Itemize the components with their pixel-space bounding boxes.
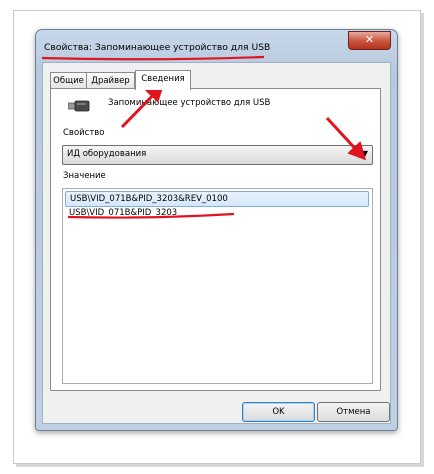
- usb-drive-icon: [67, 99, 90, 116]
- tab-label: Драйвер: [91, 76, 130, 86]
- tab-label: Общие: [53, 76, 84, 86]
- tab-driver[interactable]: Драйвер: [86, 72, 135, 89]
- ok-button[interactable]: OK: [242, 402, 315, 422]
- value-label: Значение: [63, 171, 106, 181]
- close-icon: ✕: [364, 33, 375, 46]
- dialog-client-area: Общие Драйвер Сведения Запоминающее устр…: [42, 62, 391, 424]
- close-button[interactable]: ✕: [348, 31, 391, 50]
- value-list[interactable]: USB\VID_071B&PID_3203&REV_0100 USB\VID_0…: [62, 188, 373, 384]
- cancel-button[interactable]: Отмена: [317, 402, 390, 422]
- tab-general[interactable]: Общие: [50, 72, 87, 89]
- chevron-down-icon[interactable]: ▼: [362, 149, 368, 158]
- list-item[interactable]: USB\VID_071B&PID_3203: [65, 206, 177, 220]
- device-name: Запоминающее устройство для USB: [108, 98, 271, 108]
- properties-dialog: Свойства: Запоминающее устройство для US…: [35, 29, 398, 431]
- property-select[interactable]: ИД оборудования ▼: [62, 145, 373, 165]
- window-title: Свойства: Запоминающее устройство для US…: [44, 42, 271, 53]
- property-label: Свойство: [63, 128, 105, 138]
- details-panel: Запоминающее устройство для USB Свойство…: [50, 88, 381, 391]
- tab-details[interactable]: Сведения: [135, 70, 191, 90]
- tab-label: Сведения: [141, 74, 185, 84]
- list-item[interactable]: USB\VID_071B&PID_3203&REV_0100: [65, 191, 369, 207]
- property-selected-value: ИД оборудования: [67, 149, 147, 159]
- title-bar[interactable]: Свойства: Запоминающее устройство для US…: [36, 30, 397, 60]
